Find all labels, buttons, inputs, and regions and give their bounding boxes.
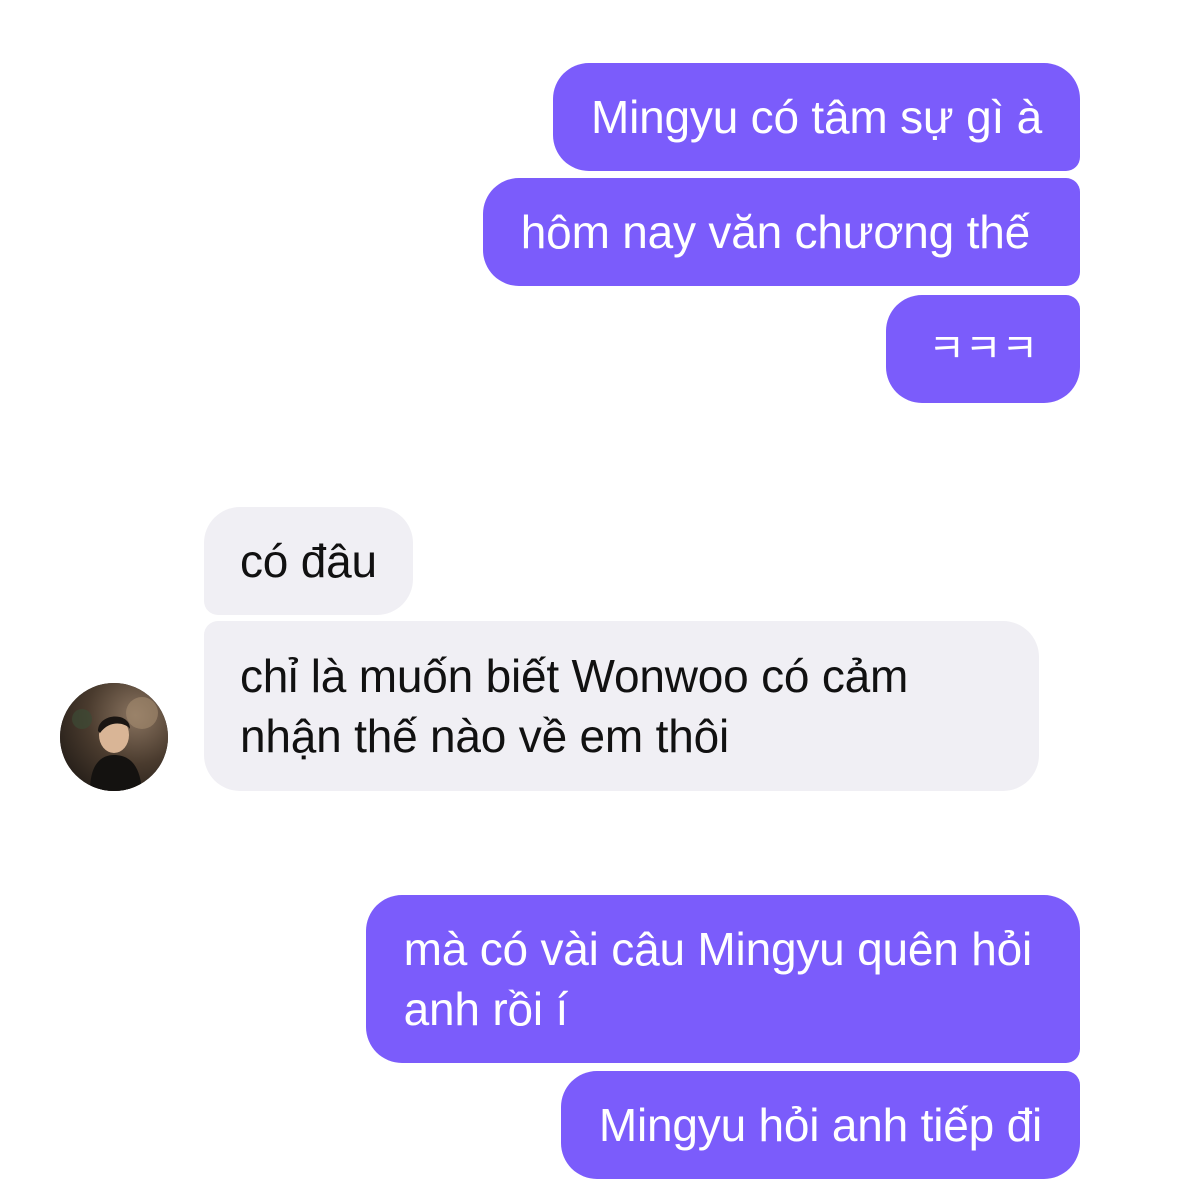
message-text: Mingyu có tâm sự gì à (591, 91, 1042, 143)
message-text-line: nhận thế nào về em thôi (240, 710, 729, 762)
message-text: Mingyu hỏi anh tiếp đi (598, 1099, 1042, 1151)
message-text-line: mà có vài câu Mingyu quên hỏi (403, 923, 1033, 975)
message-text: có đâu (240, 535, 377, 587)
message-bubble-incoming[interactable]: có đâu (204, 507, 413, 615)
message-text-line: chỉ là muốn biết Wonwoo có cảm (240, 650, 909, 702)
message-bubble-outgoing[interactable]: hôm nay văn chương thế (482, 178, 1080, 286)
contact-avatar[interactable] (60, 683, 168, 791)
avatar-photo-icon (60, 683, 168, 791)
message-bubble-incoming[interactable]: chỉ là muốn biết Wonwoo có cảm nhận thế … (204, 621, 1039, 791)
chat-screen: Mingyu có tâm sự gì à hôm nay văn chương… (0, 0, 1200, 1202)
message-bubble-outgoing[interactable]: Mingyu có tâm sự gì à (553, 63, 1080, 171)
message-text-line: anh rồi í (403, 983, 569, 1035)
message-bubble-outgoing[interactable]: mà có vài câu Mingyu quên hỏi anh rồi í (365, 895, 1080, 1063)
message-bubble-outgoing[interactable]: ㅋㅋㅋ (886, 295, 1080, 403)
message-text: hôm nay văn chương thế (520, 206, 1030, 258)
message-text: ㅋㅋㅋ (928, 327, 1038, 371)
message-bubble-outgoing[interactable]: Mingyu hỏi anh tiếp đi (560, 1071, 1080, 1179)
